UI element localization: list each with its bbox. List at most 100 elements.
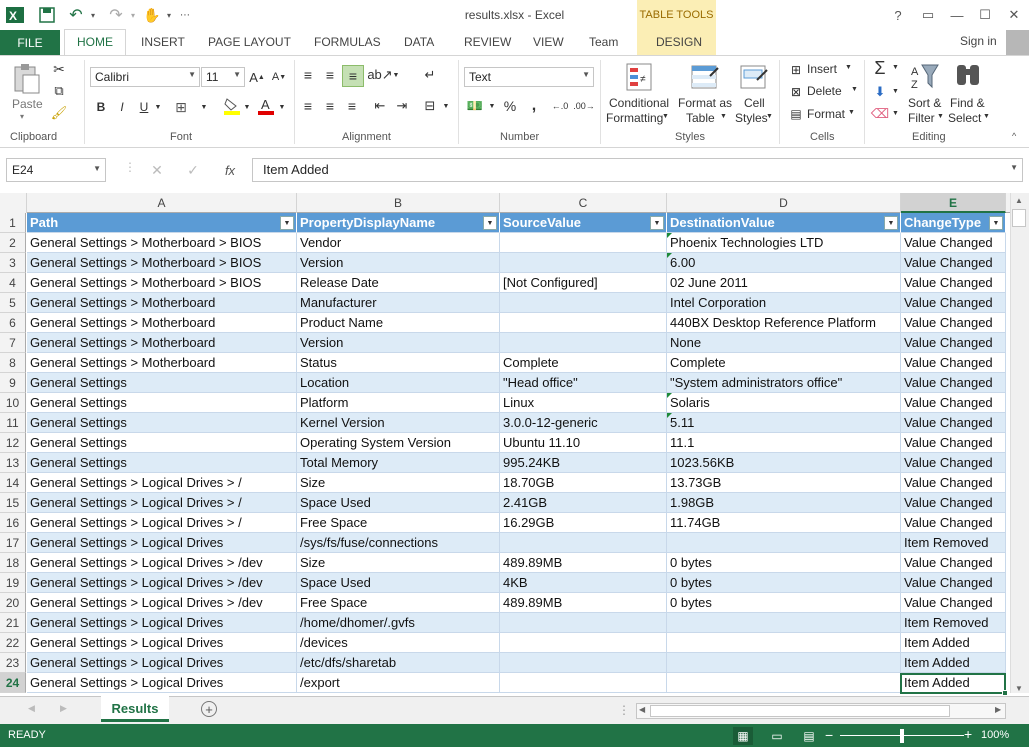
merge-center-icon[interactable]: ⊟	[420, 96, 440, 116]
table-cell[interactable]: General Settings	[27, 433, 297, 453]
accounting-format-icon[interactable]: 💵	[464, 96, 486, 116]
zoom-out-icon[interactable]: −	[825, 727, 833, 743]
italic-icon[interactable]: I	[115, 98, 129, 116]
table-cell[interactable]: "System administrators office"	[667, 373, 901, 393]
table-cell[interactable]: Complete	[500, 353, 667, 373]
table-cell[interactable]: Kernel Version	[297, 413, 500, 433]
table-cell[interactable]: General Settings > Motherboard	[27, 333, 297, 353]
row-number[interactable]: 13	[0, 453, 26, 473]
paste-icon[interactable]	[10, 62, 42, 96]
table-cell[interactable]: Solaris	[667, 393, 901, 413]
table-cell[interactable]: Size	[297, 553, 500, 573]
table-cell[interactable]: General Settings > Logical Drives > /	[27, 513, 297, 533]
merge-dropdown-icon[interactable]: ▼	[442, 96, 450, 116]
chevron-down-icon[interactable]: ▼	[848, 109, 855, 116]
table-cell[interactable]: Size	[297, 473, 500, 493]
table-cell[interactable]: Value Changed	[901, 493, 1006, 513]
scroll-down-icon[interactable]: ▼	[1015, 684, 1023, 693]
column-header-c[interactable]: C	[500, 193, 667, 213]
row-number[interactable]: 11	[0, 413, 26, 433]
table-cell[interactable]: Vendor	[297, 233, 500, 253]
table-cell[interactable]: /etc/dfs/sharetab	[297, 653, 500, 673]
align-middle-icon[interactable]: ≡	[320, 65, 340, 85]
tab-design[interactable]: DESIGN	[656, 35, 702, 49]
row-number[interactable]: 16	[0, 513, 26, 533]
chevron-down-icon[interactable]: ▼	[845, 64, 852, 71]
table-cell[interactable]: General Settings > Logical Drives	[27, 673, 297, 693]
clear-icon[interactable]: ⌫	[870, 104, 890, 124]
insert-function-button[interactable]: fx	[220, 160, 240, 180]
table-cell[interactable]	[500, 293, 667, 313]
table-cell[interactable]: Value Changed	[901, 333, 1006, 353]
table-cell[interactable]: Phoenix Technologies LTD	[667, 233, 901, 253]
wrap-text-icon[interactable]: ↵	[420, 65, 440, 85]
table-cell[interactable]: Item Added	[901, 653, 1006, 673]
orientation-dropdown-icon[interactable]: ▼	[392, 65, 400, 85]
table-cell[interactable]: Manufacturer	[297, 293, 500, 313]
table-cell[interactable]: Value Changed	[901, 433, 1006, 453]
table-cell[interactable]: 13.73GB	[667, 473, 901, 493]
cut-icon[interactable]: ✂	[50, 60, 68, 78]
format-as-table-label-1[interactable]: Format as	[678, 96, 732, 110]
sort-filter-label-2[interactable]: Filter	[908, 111, 935, 125]
table-header-cell[interactable]: DestinationValue ▼	[667, 213, 901, 233]
row-number[interactable]: 8	[0, 353, 26, 373]
table-header-cell[interactable]: Path ▼	[27, 213, 297, 233]
table-cell[interactable]: General Settings > Logical Drives	[27, 633, 297, 653]
increase-decimal-icon[interactable]: ←.0	[550, 96, 570, 116]
delete-cells-label[interactable]: Delete	[807, 84, 842, 98]
table-cell[interactable]: Space Used	[297, 493, 500, 513]
row-number[interactable]: 20	[0, 593, 26, 613]
ribbon-options-icon[interactable]: ▭	[914, 4, 942, 26]
formula-input[interactable]: Item Added ▼	[252, 158, 1023, 182]
table-cell[interactable]: General Settings	[27, 373, 297, 393]
table-cell[interactable]: Total Memory	[297, 453, 500, 473]
table-cell[interactable]: Value Changed	[901, 513, 1006, 533]
table-cell[interactable]	[500, 333, 667, 353]
filter-dropdown-icon[interactable]: ▼	[483, 216, 497, 230]
font-color-dropdown-icon[interactable]: ▼	[278, 98, 286, 116]
table-cell[interactable]: General Settings > Logical Drives > /	[27, 493, 297, 513]
tab-team[interactable]: Team	[589, 35, 618, 49]
row-number[interactable]: 7	[0, 333, 26, 353]
table-cell[interactable]: General Settings > Logical Drives	[27, 533, 297, 553]
table-cell[interactable]: 440BX Desktop Reference Platform	[667, 313, 901, 333]
table-cell[interactable]: Value Changed	[901, 393, 1006, 413]
vertical-scroll-thumb[interactable]	[1012, 209, 1026, 227]
align-left-icon[interactable]: ≡	[298, 96, 318, 116]
table-cell[interactable]: 3.0.0-12-generic	[500, 413, 667, 433]
find-select-label-1[interactable]: Find &	[950, 96, 985, 110]
table-cell[interactable]: Value Changed	[901, 253, 1006, 273]
format-as-table-label-2[interactable]: Table	[686, 111, 715, 125]
tab-home[interactable]: HOME	[77, 35, 113, 49]
table-cell[interactable]	[667, 673, 901, 693]
grow-font-icon[interactable]: A ▲	[249, 68, 265, 86]
table-header-cell[interactable]: ChangeType ▼	[901, 213, 1006, 233]
minimize-button[interactable]: —	[943, 4, 971, 26]
delete-cells-icon[interactable]: ⊠	[787, 84, 805, 100]
table-cell[interactable]: General Settings > Logical Drives > /	[27, 473, 297, 493]
underline-icon[interactable]: U	[137, 98, 151, 116]
expand-formula-bar-icon[interactable]: ▼	[1010, 163, 1018, 172]
table-cell[interactable]	[500, 253, 667, 273]
format-cells-icon[interactable]: ▤	[787, 106, 805, 122]
table-cell[interactable]	[667, 613, 901, 633]
sign-in-link[interactable]: Sign in	[960, 34, 997, 48]
error-indicator-icon[interactable]	[667, 413, 672, 418]
close-button[interactable]: ✕	[1000, 4, 1028, 26]
row-number[interactable]: 22	[0, 633, 26, 653]
table-cell[interactable]: General Settings > Logical Drives > /dev	[27, 593, 297, 613]
table-cell[interactable]: General Settings > Motherboard > BIOS	[27, 273, 297, 293]
increase-indent-icon[interactable]: ⇥	[392, 96, 412, 116]
filter-dropdown-icon[interactable]: ▼	[884, 216, 898, 230]
error-indicator-icon[interactable]	[667, 253, 672, 258]
table-cell[interactable]: 16.29GB	[500, 513, 667, 533]
cancel-entry-icon[interactable]: ✕	[148, 160, 166, 180]
table-cell[interactable]	[667, 653, 901, 673]
sort-filter-label-1[interactable]: Sort &	[908, 96, 941, 110]
tab-split-handle-icon[interactable]: ⋮	[618, 703, 630, 717]
table-cell[interactable]: 2.41GB	[500, 493, 667, 513]
borders-icon[interactable]: ⊞	[172, 98, 190, 116]
table-cell[interactable]: Linux	[500, 393, 667, 413]
chevron-down-icon[interactable]: ▼	[662, 113, 669, 120]
